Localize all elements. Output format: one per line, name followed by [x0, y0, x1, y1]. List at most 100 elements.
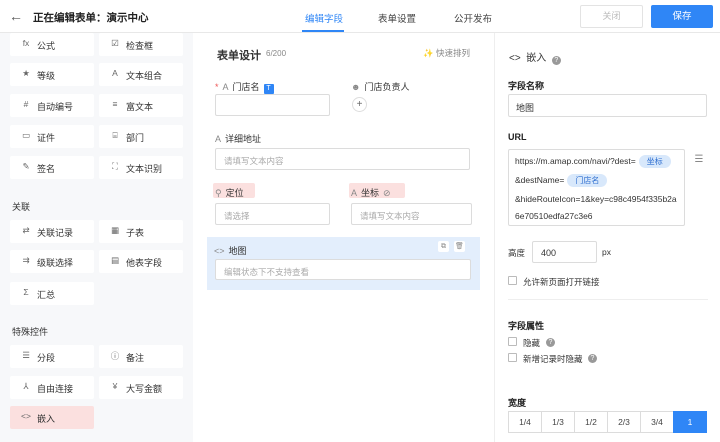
height-label: 高度: [508, 248, 526, 258]
add-owner-button[interactable]: +: [352, 97, 367, 112]
field-label-location[interactable]: ⚲ 定位: [215, 186, 244, 199]
control-label: 汇总: [37, 290, 56, 300]
control-department[interactable]: ⌸ 部门: [99, 125, 183, 148]
label-text: 坐标: [361, 188, 380, 198]
info-icon: ⓘ: [110, 351, 120, 361]
control-rich-text[interactable]: ≡ 富文本: [99, 94, 183, 117]
height-input[interactable]: 400: [532, 241, 597, 263]
control-label: 关联记录: [37, 228, 74, 238]
delete-icon[interactable]: 🗑: [454, 241, 465, 252]
hide-on-new-checkbox[interactable]: [508, 353, 517, 362]
help-icon[interactable]: ?: [546, 338, 555, 347]
close-button[interactable]: 关闭: [580, 5, 643, 28]
arrow-left-icon[interactable]: ←: [9, 8, 23, 24]
quick-sort-button[interactable]: ✨ 快速排列: [423, 47, 470, 59]
control-rating[interactable]: ★ 等级: [10, 63, 94, 86]
control-free-link[interactable]: ⅄ 自由连接: [10, 376, 94, 399]
formula-icon: fx: [22, 38, 30, 48]
control-formula[interactable]: fx 公式: [10, 33, 94, 56]
text-icon: A: [222, 82, 229, 92]
help-icon[interactable]: ?: [551, 56, 561, 65]
label-text: 门店名: [232, 82, 260, 92]
url-field-chip-coords[interactable]: 坐标: [638, 155, 671, 168]
address-input[interactable]: 请填写文本内容: [215, 148, 470, 170]
tab-edit-fields[interactable]: 编辑字段: [305, 11, 343, 25]
url-text: &destName=: [515, 175, 565, 185]
placeholder-text: 请填写文本内容: [224, 156, 284, 166]
signature-icon: ✎: [22, 161, 30, 171]
width-option-1-4[interactable]: 1/4: [508, 411, 542, 433]
control-label: 文本识别: [126, 164, 163, 174]
control-label: 分段: [37, 353, 56, 363]
field-label-address[interactable]: A 详细地址: [215, 132, 261, 145]
form-canvas: 表单设计 6/200 ✨ 快速排列 * A 门店名 T ☻ 门店负责人 + A 详细地址 …: [193, 33, 494, 442]
control-auto-number[interactable]: # 自动编号: [10, 94, 94, 117]
map-field-selected[interactable]: <> 地图 ⧉ 🗑 编辑状态下不支持查看: [207, 237, 480, 290]
url-text: https://m.amap.com/navi/?dest=: [515, 156, 636, 166]
field-name-input[interactable]: 地图: [508, 94, 707, 117]
location-select[interactable]: 请选择: [215, 203, 330, 225]
control-cascade[interactable]: ⇉ 级联选择: [10, 250, 94, 273]
control-embed[interactable]: <> 嵌入: [10, 406, 94, 429]
field-attributes-label: 字段属性: [508, 321, 545, 331]
control-text-combo[interactable]: A 文本组合: [99, 63, 183, 86]
save-button[interactable]: 保存: [651, 5, 713, 28]
control-summary[interactable]: Σ 汇总: [10, 282, 94, 305]
tab-publish[interactable]: 公开发布: [454, 11, 492, 25]
page-title: 正在编辑表单：演示中心: [33, 12, 149, 24]
width-option-1-3[interactable]: 1/3: [541, 411, 575, 433]
control-ocr[interactable]: ⛶ 文本识别: [99, 156, 183, 179]
control-checkbox[interactable]: ☑ 检查框: [99, 33, 183, 56]
control-label: 部门: [126, 133, 145, 143]
tab-form-settings[interactable]: 表单设置: [378, 11, 416, 25]
control-id-card[interactable]: ▭ 证件: [10, 125, 94, 148]
connect-icon: ⅄: [23, 381, 29, 391]
url-field-chip-store-name[interactable]: 门店名: [567, 174, 608, 187]
control-label: 子表: [126, 228, 145, 238]
cascade-icon: ⇉: [22, 255, 30, 265]
wand-icon: ✨: [423, 48, 434, 58]
control-related-record[interactable]: ⇄ 关联记录: [10, 220, 94, 243]
width-option-2-3[interactable]: 2/3: [607, 411, 641, 433]
control-subtable[interactable]: ▦ 子表: [99, 220, 183, 243]
rich-text-icon: ≡: [112, 99, 118, 109]
height-value: 400: [541, 248, 557, 258]
section-icon: ☰: [22, 350, 30, 360]
control-section[interactable]: ☰ 分段: [10, 345, 94, 368]
control-signature[interactable]: ✎ 签名: [10, 156, 94, 179]
field-label-store-owner[interactable]: ☻ 门店负责人: [351, 80, 410, 93]
control-label: 等级: [37, 71, 56, 81]
field-label-store-name[interactable]: * A 门店名 T: [215, 80, 274, 94]
title-badge-icon: T: [263, 84, 274, 94]
required-star-icon: *: [215, 82, 219, 92]
field-label-coords[interactable]: A 坐标 ⊘: [351, 186, 395, 199]
control-label: 自动编号: [37, 102, 74, 112]
width-option-1-2[interactable]: 1/2: [574, 411, 608, 433]
control-label: 备注: [126, 353, 145, 363]
store-name-input[interactable]: [215, 94, 330, 116]
hidden-checkbox[interactable]: [508, 337, 517, 346]
field-name-label: 字段名称: [508, 81, 545, 91]
width-option-3-4[interactable]: 3/4: [640, 411, 674, 433]
copy-icon[interactable]: ⧉: [438, 241, 449, 252]
control-capital-amount[interactable]: ¥ 大写金额: [99, 376, 183, 399]
field-label-map: <> 地图: [214, 244, 247, 257]
control-label: 大写金额: [126, 384, 163, 394]
control-label: 文本组合: [126, 71, 163, 81]
url-input[interactable]: https://m.amap.com/navi/?dest= 坐标 &destNa…: [508, 149, 685, 226]
allow-new-page-checkbox[interactable]: [508, 276, 517, 285]
id-card-icon: ▭: [21, 130, 31, 140]
label-text: 定位: [225, 188, 244, 198]
code-icon: <>: [509, 53, 521, 64]
control-label: 他表字段: [126, 258, 163, 268]
control-remark[interactable]: ⓘ 备注: [99, 345, 183, 368]
control-other-table-field[interactable]: ▤ 他表字段: [99, 250, 183, 273]
properties-header: <> 嵌入 ?: [509, 49, 561, 65]
control-label: 级联选择: [37, 258, 74, 268]
help-icon[interactable]: ?: [588, 354, 597, 363]
coords-input[interactable]: 请填写文本内容: [351, 203, 472, 225]
width-option-full[interactable]: 1: [673, 411, 707, 433]
insert-field-icon[interactable]: ☰: [689, 150, 709, 170]
text-icon: A: [215, 134, 222, 144]
control-label: 签名: [37, 164, 56, 174]
